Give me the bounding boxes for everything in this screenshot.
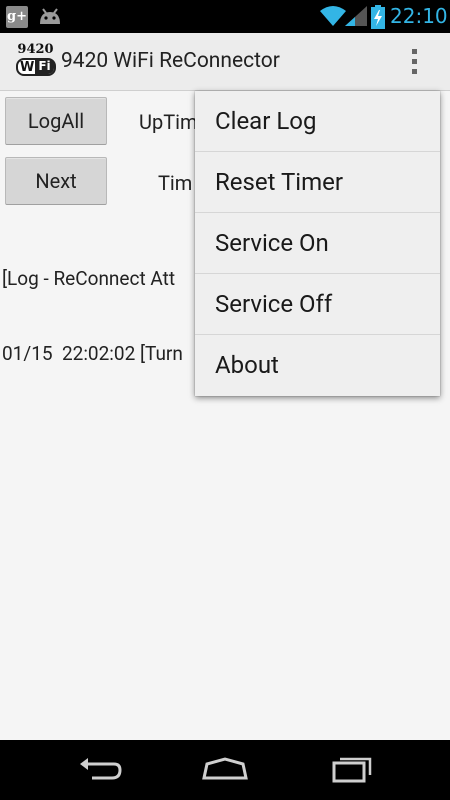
status-bar: g+ 22:10 — [0, 0, 450, 33]
wifi-icon — [320, 6, 346, 26]
menu-item-service-on[interactable]: Service On — [195, 213, 440, 274]
app-title: 9420 WiFi ReConnector — [61, 49, 280, 73]
menu-item-about[interactable]: About — [195, 335, 440, 396]
recent-apps-icon[interactable] — [330, 754, 374, 784]
back-icon[interactable] — [78, 754, 122, 784]
overflow-dot-icon — [412, 69, 417, 74]
logall-button[interactable]: LogAll — [5, 97, 107, 145]
next-button[interactable]: Next — [5, 157, 107, 205]
app-logo-number: 9420 — [17, 42, 54, 57]
overflow-dot-icon — [412, 49, 417, 54]
log-line: [Log - ReConnect Att — [2, 267, 176, 290]
home-icon[interactable] — [201, 754, 249, 784]
overflow-dot-icon — [412, 59, 417, 64]
signal-icon — [345, 6, 367, 26]
overflow-menu: Clear Log Reset Timer Service On Service… — [195, 91, 440, 396]
app-logo-fi: Fi — [35, 59, 54, 74]
android-icon — [40, 8, 60, 24]
menu-item-clear-log[interactable]: Clear Log — [195, 91, 440, 152]
app-logo-wifi-badge: Wi Fi — [16, 58, 56, 76]
log-text: [Log - ReConnect Att 01/15 22:02:02 [Tur… — [2, 216, 183, 416]
time-label: Tim — [158, 171, 193, 195]
log-line: 01/15 22:02:02 [Turn — [2, 342, 183, 365]
action-bar: 9420 Wi Fi 9420 WiFi ReConnector — [0, 33, 450, 91]
overflow-menu-button[interactable] — [400, 45, 430, 79]
status-time: 22:10 — [390, 4, 448, 28]
menu-item-service-off[interactable]: Service Off — [195, 274, 440, 335]
battery-charging-icon — [371, 5, 385, 29]
uptime-label: UpTim — [139, 110, 198, 134]
menu-item-reset-timer[interactable]: Reset Timer — [195, 152, 440, 213]
navigation-bar — [0, 740, 450, 800]
google-plus-icon: g+ — [6, 6, 28, 28]
app-logo-icon[interactable]: 9420 Wi Fi — [15, 42, 56, 77]
